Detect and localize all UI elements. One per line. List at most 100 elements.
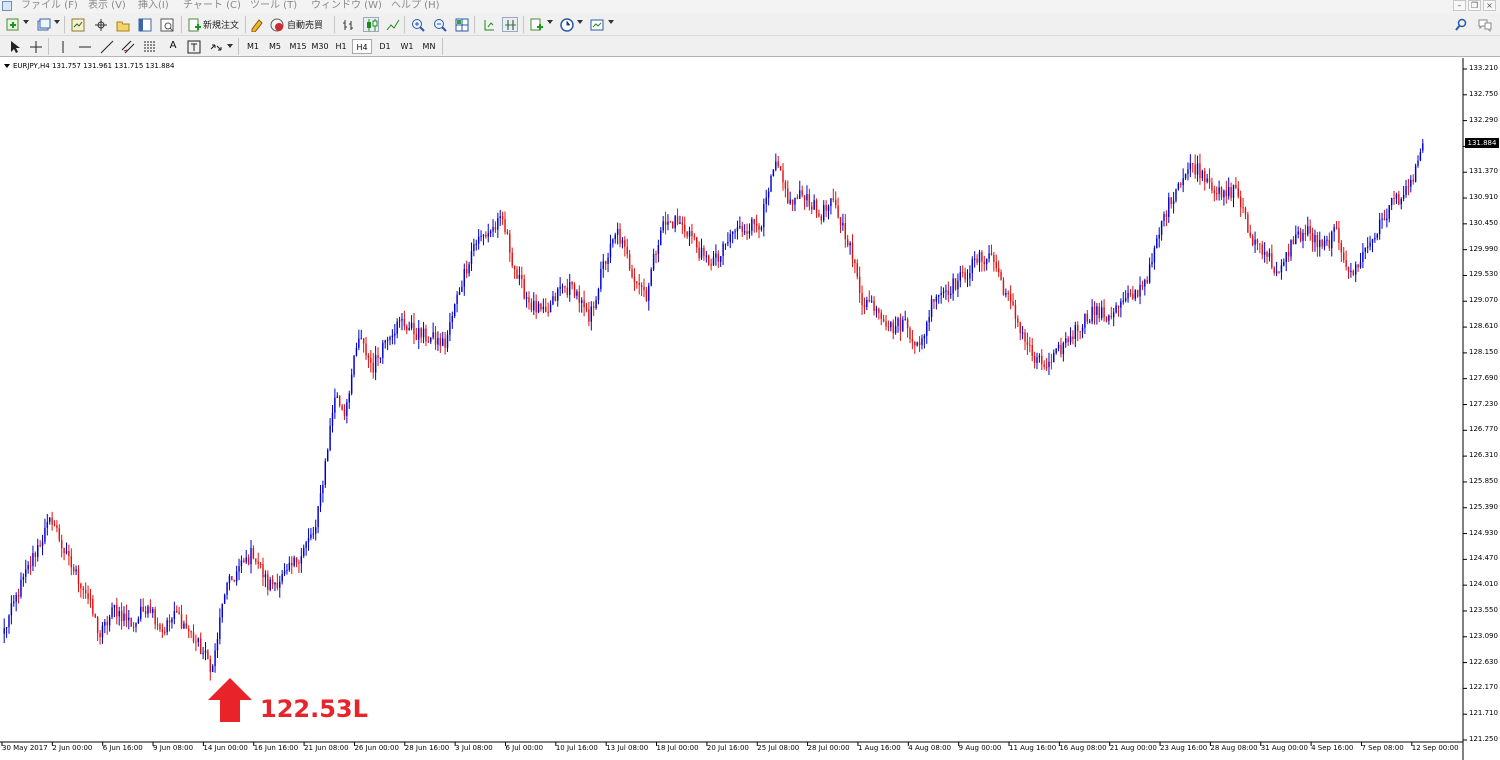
menu-file[interactable]: ファイル (F) bbox=[21, 0, 78, 12]
bull-candle bbox=[1381, 218, 1383, 220]
bear-candle bbox=[631, 269, 633, 277]
restore-icon[interactable]: ❐ bbox=[1468, 0, 1481, 11]
timeframe-mn[interactable]: MN bbox=[419, 39, 439, 54]
price-chart[interactable] bbox=[0, 58, 1500, 760]
new-order-icon[interactable] bbox=[186, 17, 202, 32]
data-window-icon[interactable] bbox=[93, 17, 109, 32]
bull-candle bbox=[734, 231, 736, 233]
bull-candle bbox=[1153, 248, 1156, 263]
bull-candle bbox=[475, 243, 477, 245]
templates-dropdown-icon[interactable] bbox=[608, 20, 614, 24]
price-tick-label: 127.690 bbox=[1469, 373, 1498, 382]
chat-icon[interactable] bbox=[1477, 17, 1493, 32]
bear-candle bbox=[669, 221, 672, 223]
timeframe-d1[interactable]: D1 bbox=[375, 39, 395, 54]
strategy-tester-icon[interactable] bbox=[159, 17, 175, 32]
chart-menu-triangle-icon[interactable] bbox=[4, 64, 10, 68]
equidistant-channel-icon[interactable] bbox=[121, 39, 135, 54]
timeframe-m1[interactable]: M1 bbox=[244, 39, 262, 54]
market-watch-icon[interactable] bbox=[70, 17, 86, 32]
bull-candle bbox=[1290, 239, 1292, 257]
price-tick-label: 129.530 bbox=[1469, 270, 1498, 279]
tile-windows-icon[interactable] bbox=[454, 17, 470, 32]
profiles-icon[interactable] bbox=[36, 17, 52, 32]
bear-candle bbox=[638, 283, 640, 286]
bull-candle bbox=[1390, 198, 1393, 206]
bull-candle bbox=[957, 280, 959, 290]
periods-dropdown-icon[interactable] bbox=[577, 20, 583, 24]
menu-insert[interactable]: 挿入(I) bbox=[138, 0, 169, 12]
trendline-icon[interactable] bbox=[100, 39, 114, 54]
fibonacci-icon[interactable] bbox=[143, 39, 157, 53]
menu-chart[interactable]: チャート (C) bbox=[183, 0, 241, 12]
bar-chart-icon[interactable] bbox=[340, 17, 356, 32]
chart-window[interactable]: EURJPY,H4 131.757 131.961 131.715 131.88… bbox=[0, 58, 1500, 760]
bull-candle bbox=[27, 565, 29, 570]
metaeditor-icon[interactable] bbox=[249, 17, 265, 32]
cursor-icon[interactable] bbox=[8, 39, 22, 53]
bull-candle bbox=[1127, 292, 1129, 299]
search-icon[interactable] bbox=[1453, 17, 1469, 32]
zoom-in-icon[interactable] bbox=[410, 17, 426, 32]
crosshair-icon[interactable] bbox=[29, 39, 43, 53]
auto-trading-button[interactable]: 自動売買 bbox=[287, 17, 323, 32]
bear-candle bbox=[815, 200, 818, 214]
arrows-dropdown-icon[interactable] bbox=[227, 44, 233, 48]
menu-help[interactable]: ヘルプ (H) bbox=[391, 0, 440, 12]
profiles-dropdown-icon[interactable] bbox=[54, 20, 60, 24]
auto-scroll-icon[interactable] bbox=[502, 17, 518, 32]
bear-candle bbox=[1340, 242, 1343, 253]
text-icon[interactable]: A bbox=[166, 39, 180, 53]
minimize-icon[interactable]: – bbox=[1453, 0, 1466, 11]
bear-candle bbox=[120, 610, 123, 621]
bear-candle bbox=[643, 286, 645, 291]
bear-candle bbox=[1304, 233, 1307, 235]
navigator-icon[interactable] bbox=[115, 17, 131, 32]
menu-view[interactable]: 表示 (V) bbox=[88, 0, 126, 12]
bull-candle bbox=[667, 221, 669, 225]
indicators-dropdown-icon[interactable] bbox=[547, 20, 553, 24]
periods-icon[interactable] bbox=[559, 17, 575, 32]
horizontal-line-icon[interactable] bbox=[78, 39, 92, 53]
price-tick-label: 122.630 bbox=[1469, 657, 1498, 666]
bull-candle bbox=[410, 322, 413, 329]
bear-candle bbox=[645, 290, 648, 301]
templates-icon[interactable] bbox=[589, 17, 605, 32]
bull-candle bbox=[724, 243, 727, 245]
bear-candle bbox=[878, 308, 880, 313]
terminal-icon[interactable] bbox=[137, 17, 153, 32]
bear-candle bbox=[77, 569, 80, 584]
indicators-icon[interactable] bbox=[529, 17, 545, 32]
timeframe-m30[interactable]: M30 bbox=[309, 39, 331, 54]
timeframe-m15[interactable]: M15 bbox=[287, 39, 309, 54]
new-order-button[interactable]: 新規注文 bbox=[203, 17, 239, 32]
bull-candle bbox=[269, 579, 271, 590]
app-icon[interactable] bbox=[2, 1, 12, 11]
time-tick-label: 18 Jul 00:00 bbox=[656, 744, 699, 752]
zoom-out-icon[interactable] bbox=[432, 17, 448, 32]
bull-candle bbox=[657, 245, 660, 255]
bull-candle bbox=[384, 340, 386, 343]
bear-candle bbox=[787, 188, 789, 204]
arrows-icon[interactable] bbox=[209, 39, 223, 53]
timeframe-h1[interactable]: H1 bbox=[332, 39, 350, 54]
close-icon[interactable]: × bbox=[1483, 0, 1496, 11]
chart-shift-icon[interactable] bbox=[480, 17, 496, 32]
timeframe-w1[interactable]: W1 bbox=[397, 39, 417, 54]
menu-window[interactable]: ウィンドウ (W) bbox=[311, 0, 382, 12]
new-chart-icon[interactable] bbox=[5, 17, 21, 32]
bull-candle bbox=[561, 286, 564, 288]
vertical-line-icon[interactable] bbox=[56, 39, 70, 53]
bull-candle bbox=[612, 239, 614, 244]
bear-candle bbox=[741, 226, 743, 232]
timeframe-m5[interactable]: M5 bbox=[265, 39, 285, 54]
candlestick-chart-icon[interactable] bbox=[363, 17, 379, 32]
auto-trading-icon[interactable] bbox=[269, 17, 285, 32]
line-chart-icon[interactable] bbox=[385, 17, 401, 32]
bull-candle bbox=[226, 582, 228, 595]
new-chart-dropdown-icon[interactable] bbox=[23, 20, 29, 24]
timeframe-h4[interactable]: H4 bbox=[352, 39, 372, 54]
menu-tools[interactable]: ツール (T) bbox=[250, 0, 297, 12]
bear-candle bbox=[58, 527, 61, 541]
text-label-icon[interactable] bbox=[187, 39, 201, 54]
